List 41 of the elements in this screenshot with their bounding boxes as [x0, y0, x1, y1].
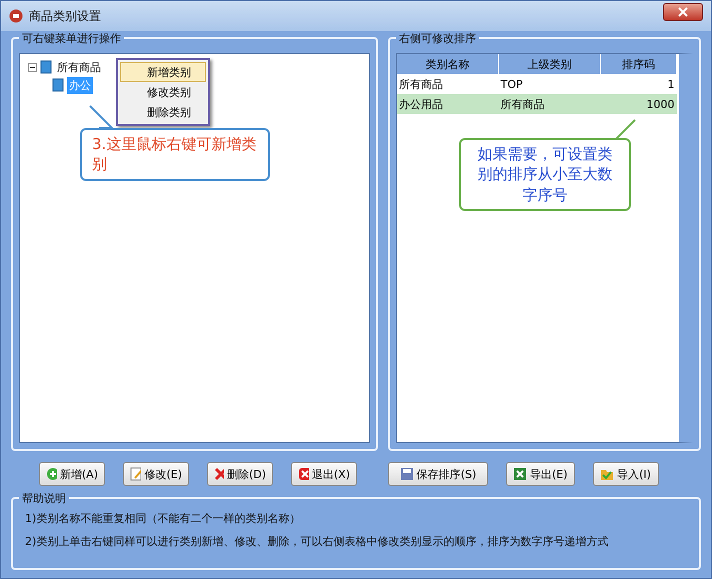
table-cell: 所有商品	[397, 74, 499, 94]
book-icon	[40, 60, 52, 74]
toolbar-button[interactable]: 导出(E)	[506, 462, 575, 486]
menu-item[interactable]: 删除类别	[120, 102, 206, 122]
toolbar-button[interactable]: 删除(D)	[207, 462, 273, 486]
edit-icon	[130, 467, 142, 481]
table-cell: 1	[600, 74, 676, 94]
toolbar-button[interactable]: 退出(X)	[291, 462, 357, 486]
plus-icon	[46, 467, 57, 481]
callout: 3.这里鼠标右键可新增类别	[80, 128, 270, 180]
close-button[interactable]	[663, 3, 703, 21]
tree-node[interactable]: 所有商品	[55, 58, 103, 76]
table-cell: 1000	[600, 94, 676, 114]
folder-icon	[600, 467, 614, 481]
group-title: 右侧可修改排序	[396, 31, 479, 46]
floppy-icon	[400, 467, 414, 481]
toolbar-button[interactable]: 修改(E)	[123, 462, 189, 486]
help-text: 2)类别上单击右键同样可以进行类别新增、修改、删除，可以右侧表格中修改类别显示的顺序，排序为数字序号递增方式	[25, 534, 610, 549]
menu-item[interactable]: 修改类别	[120, 82, 206, 102]
cross-icon	[214, 467, 224, 481]
close-icon	[298, 467, 309, 481]
column-header[interactable]: 排序码	[600, 54, 676, 74]
book-icon	[52, 78, 64, 92]
app-icon	[9, 9, 23, 23]
column-header[interactable]: 类别名称	[397, 54, 499, 74]
table-cell: 办公用品	[397, 94, 499, 114]
toolbar-button[interactable]: 保存排序(S)	[388, 462, 488, 486]
close-icon	[678, 7, 688, 17]
spreadsheet-icon	[513, 467, 527, 481]
callout: 如果需要，可设置类别的排序从小至大数字序号	[459, 138, 631, 211]
menu-item[interactable]: 新增类别	[120, 62, 206, 82]
window-title: 商品类别设置	[29, 8, 102, 24]
toolbar-button[interactable]: 新增(A)	[39, 462, 105, 486]
column-header[interactable]: 上级类别	[498, 54, 600, 74]
table-cell: TOP	[498, 74, 600, 94]
collapse-icon[interactable]	[28, 62, 37, 72]
table-cell: 所有商品	[498, 94, 600, 114]
group-title: 帮助说明	[19, 491, 69, 506]
toolbar-button[interactable]: 导入(I)	[592, 462, 659, 486]
group-title: 可右键菜单进行操作	[19, 31, 124, 46]
help-text: 1)类别名称不能重复相同（不能有二个一样的类别名称）	[25, 511, 302, 526]
